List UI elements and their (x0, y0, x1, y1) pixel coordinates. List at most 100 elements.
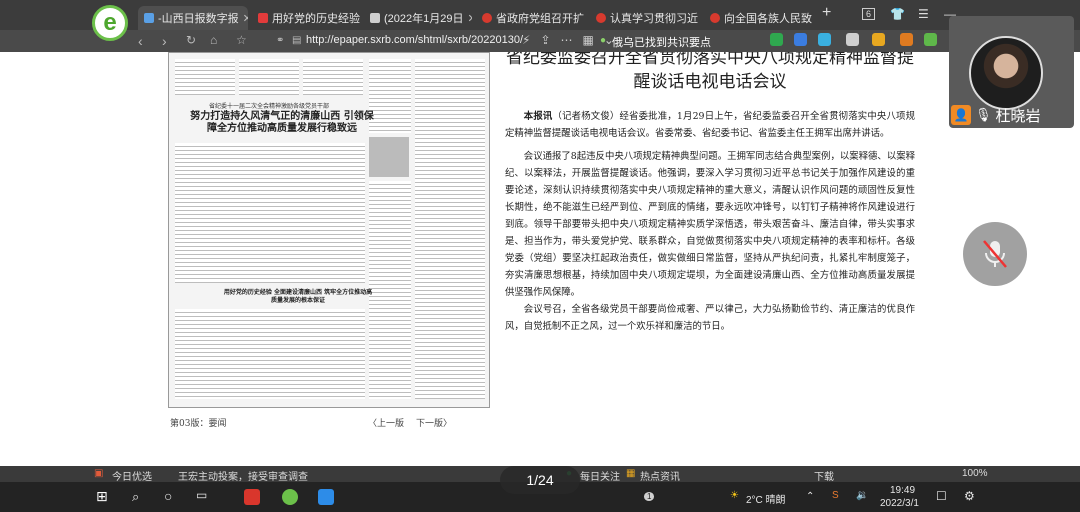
clock-date[interactable]: 2022/3/1 (880, 498, 919, 509)
search-icon[interactable]: ⌕ (132, 489, 139, 505)
extension-icon[interactable] (846, 33, 859, 46)
news-ticker[interactable]: 王宏主动投案，接受审查调查 (178, 468, 308, 483)
menu-icon[interactable]: ☰ (918, 7, 929, 21)
daily-focus[interactable]: 每日关注 (580, 468, 620, 483)
meeting-app-icon[interactable] (318, 489, 334, 505)
article-paragraph: 会议通报了8起违反中央八项规定精神典型问题。王拥军同志结合典型案例，以案释德、以… (505, 151, 915, 298)
tab-sxrb[interactable]: -山西日报数字报 ✕ (138, 6, 248, 30)
text-column (175, 309, 365, 399)
text-column (239, 59, 299, 95)
newspaper-headline: 努力打造持久风清气正的清廉山西 引领保障全方位推动高质量发展行稳致远 (190, 111, 374, 134)
today-picks[interactable]: 今日优选 (112, 468, 152, 483)
article-text: （记者杨文俊）经省委批准，1月29日上午，省纪委监委召开全省贯彻落实中央八项规定… (505, 111, 915, 139)
tab-greeting[interactable]: 向全国各族人民致 ✕ (704, 6, 814, 30)
browser-taskbar-icon[interactable] (282, 489, 298, 505)
hot-news-icon[interactable]: ▦ (626, 468, 635, 479)
article-paragraph: 会议号召，全省各级党员干部要尚俭戒奢、严以律己，大力弘扬勤俭节约、清正廉洁的优良… (505, 304, 915, 332)
text-column (369, 181, 411, 399)
settings-icon[interactable]: ⚙ (964, 489, 975, 503)
tab-label: 认真学习贯彻习近 (610, 13, 698, 25)
next-page-link[interactable]: 下一版〉 (416, 416, 452, 429)
clock-time[interactable]: 19:49 (890, 485, 915, 496)
mic-muted-icon (983, 240, 1007, 268)
tab-gov[interactable]: 省政府党组召开扩 ✕ (476, 6, 586, 30)
multitask-icon[interactable]: ▭ (196, 488, 207, 502)
text-column (175, 143, 365, 283)
page-icon: ▤ (292, 35, 302, 46)
tray-up-icon[interactable]: ⌃ (806, 491, 814, 502)
share-icon[interactable]: ⇪ (540, 33, 550, 47)
bookmark-star-icon[interactable]: ☆ (236, 33, 247, 47)
article-lead: 本报讯 (523, 111, 553, 122)
weather-icon: ☀ (730, 490, 739, 501)
browser-tab-bar: -山西日报数字报 ✕ 用好党的历史经验 (2022年1月29日 ✕ 省政府党组召… (0, 0, 1080, 30)
newspaper-kicker: 省纪委十一届二次全会精神激励各级党员干部 (209, 103, 330, 110)
participant-name: 杜晓岩 (995, 107, 1041, 125)
party-emblem-icon (710, 13, 720, 23)
newspaper-page-thumbnail[interactable]: 省纪委十一届二次全会精神激励各级党员干部 努力打造持久风清气正的清廉山西 引领保… (168, 52, 490, 408)
input-icon[interactable]: S (832, 490, 839, 501)
site-favicon-icon (258, 13, 268, 23)
extension-icon[interactable] (900, 33, 913, 46)
address-bar: ‹ › ↻ ⌂ ☆ ⚭ ▤ http://epaper.sxrb.com/sht… (0, 30, 1080, 52)
task-view-icon[interactable]: ○ (164, 488, 172, 504)
mute-toggle-button[interactable] (963, 222, 1027, 286)
article: 省纪委监委召开全省贯彻落实中央八项规定精神监督提醒谈话电视电话会议 本报讯（记者… (505, 52, 915, 335)
hint-icon: ● (600, 35, 607, 46)
page-label: 第03版：要闻 (170, 419, 227, 429)
split-icon[interactable]: ▦ (583, 33, 594, 47)
url-field[interactable]: http://epaper.sxrb.com/shtml/sxrb/202201… (306, 34, 523, 46)
host-icon: 👤 (951, 105, 971, 125)
forward-icon[interactable]: › (162, 33, 167, 49)
page-menu-icon[interactable]: ⋯ (561, 33, 573, 47)
wps-icon[interactable] (244, 489, 260, 505)
party-emblem-icon (596, 13, 606, 23)
extension-icon[interactable] (794, 33, 807, 46)
participant-avatar (969, 36, 1043, 110)
participant-label: 👤 🎙 杜晓岩 (951, 104, 1041, 126)
notification-badge: 1 (644, 492, 655, 501)
browser-logo-icon[interactable]: e (92, 5, 128, 41)
extension-icon[interactable] (770, 33, 783, 46)
article-paragraph: 本报讯（记者杨文俊）经省委批准，1月29日上午，省纪委监委召开全省贯彻落实中央八… (505, 108, 915, 142)
new-tab-button[interactable]: + (822, 4, 831, 22)
mic-small-icon: 🎙 (975, 107, 992, 122)
start-icon[interactable]: ⊞ (96, 488, 108, 505)
download[interactable]: 下载 (814, 468, 834, 483)
article-title: 省纪委监委召开全省贯彻落实中央八项规定精神监督提醒谈话电视电话会议 (506, 52, 914, 92)
prev-page-link[interactable]: 〈上一版 (368, 416, 404, 429)
page-indicator: 1/24 (500, 466, 580, 494)
zoom-level[interactable]: 100% (962, 468, 988, 479)
home-icon[interactable]: ⌂ (210, 33, 217, 47)
newspaper-subheadline: 用好党的历史经验 全面建设清廉山西 筑牢全方位推动高质量发展的根本保证 (223, 289, 373, 304)
tab-label: (2022年1月29日 (384, 13, 464, 25)
text-column (175, 59, 235, 95)
participant-video[interactable]: 👤 🎙 杜晓岩 (949, 16, 1074, 128)
search-hint[interactable]: 俄乌已找到共识要点 (612, 34, 711, 50)
site-favicon-icon (144, 13, 154, 23)
tab-label: -山西日报数字报 (158, 13, 239, 25)
extension-icon[interactable] (924, 33, 937, 46)
today-picks-icon[interactable]: ▣ (94, 468, 103, 479)
refresh-icon[interactable]: ↻ (186, 33, 196, 47)
shirt-icon[interactable]: 👕 (890, 7, 905, 21)
text-column (303, 59, 363, 95)
tab-history[interactable]: 用好党的历史经验 (252, 6, 360, 30)
tab-count-badge[interactable]: 6 (862, 8, 876, 20)
doc-favicon-icon (370, 13, 380, 23)
security-icon: ⚭ (276, 35, 285, 46)
weather-text[interactable]: 2°C 晴朗 (746, 491, 786, 506)
compat-icon[interactable]: ⚡ (522, 33, 530, 47)
extension-icon[interactable] (872, 33, 885, 46)
notification-center-icon[interactable]: ☐ (936, 489, 947, 503)
tab-label: 省政府党组召开扩 (496, 13, 584, 25)
hot-news[interactable]: 热点资讯 (640, 468, 680, 483)
close-tab-icon[interactable]: ✕ (468, 12, 473, 25)
close-tab-icon[interactable]: ✕ (243, 12, 248, 25)
tab-jan29[interactable]: (2022年1月29日 ✕ (364, 6, 472, 30)
text-column (415, 59, 485, 399)
tab-study[interactable]: 认真学习贯彻习近 ✕ (590, 6, 700, 30)
extension-icon[interactable] (818, 33, 831, 46)
volume-icon[interactable]: 🔉 (856, 490, 868, 501)
back-icon[interactable]: ‹ (138, 33, 143, 49)
